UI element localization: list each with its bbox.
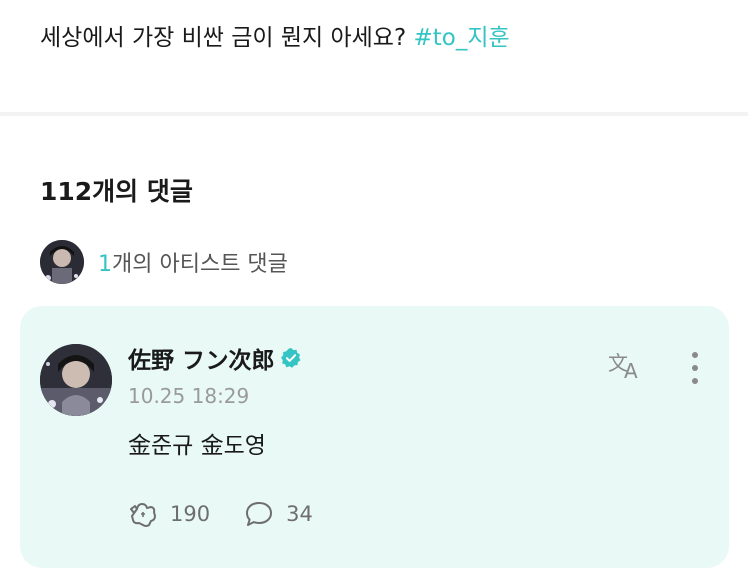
reply-button[interactable]: 34 bbox=[244, 500, 313, 528]
translate-icon: 文 A bbox=[608, 351, 638, 382]
comment-timestamp: 10.25 18:29 bbox=[128, 384, 250, 408]
like-count: 190 bbox=[170, 502, 211, 526]
comment-count-heading: 112개의 댓글 bbox=[40, 177, 193, 206]
like-icon bbox=[130, 503, 156, 527]
artist-comment-card: 佐野 フン次郎 10.25 18:29 金준규 金도영 文 A 190 34 bbox=[20, 306, 729, 568]
artist-comments-toggle[interactable]: 1개의 아티스트 댓글 bbox=[40, 240, 288, 284]
hashtag-link[interactable]: #to_지훈 bbox=[413, 25, 509, 51]
artist-comment-count: 1 bbox=[98, 252, 112, 277]
like-button[interactable]: 190 bbox=[128, 500, 210, 528]
comment-actions: 190 34 bbox=[128, 496, 313, 532]
post-body: 세상에서 가장 비싼 금이 뭔지 아세요? bbox=[40, 25, 414, 51]
comment-author-name[interactable]: 佐野 フン次郎 bbox=[128, 341, 274, 375]
artist-avatar bbox=[40, 240, 84, 284]
artist-comments-text: 개의 아티스트 댓글 bbox=[112, 252, 288, 277]
comment-author-row: 佐野 フン次郎 bbox=[128, 342, 302, 374]
verified-badge-icon bbox=[280, 347, 302, 369]
section-divider bbox=[0, 112, 748, 116]
svg-text:A: A bbox=[624, 359, 638, 382]
reply-count: 34 bbox=[286, 502, 313, 526]
more-vertical-icon bbox=[692, 352, 698, 384]
artist-comments-label: 1개의 아티스트 댓글 bbox=[98, 246, 288, 278]
translate-button[interactable]: 文 A bbox=[604, 348, 648, 384]
avatar[interactable] bbox=[40, 344, 112, 416]
comment-body: 金준규 金도영 bbox=[128, 433, 266, 459]
post-text: 세상에서 가장 비싼 금이 뭔지 아세요? #to_지훈 bbox=[40, 20, 510, 56]
more-options-button[interactable] bbox=[680, 348, 710, 388]
reply-icon bbox=[246, 502, 273, 526]
